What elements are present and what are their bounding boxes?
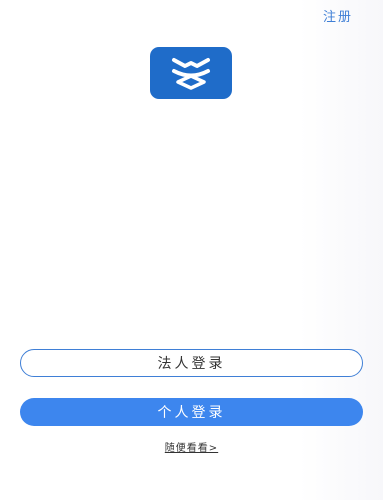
personal-login-button[interactable]: 个人登录 [20,398,363,426]
register-link[interactable]: 注册 [323,6,353,25]
browse-link-row: 随便看看> [0,439,383,454]
app-logo-icon [150,47,232,99]
login-screen: 注册 法人登录 个人登录 随便看看> [0,0,383,500]
legal-person-login-button[interactable]: 法人登录 [20,349,363,377]
browse-link[interactable]: 随便看看> [165,443,218,454]
